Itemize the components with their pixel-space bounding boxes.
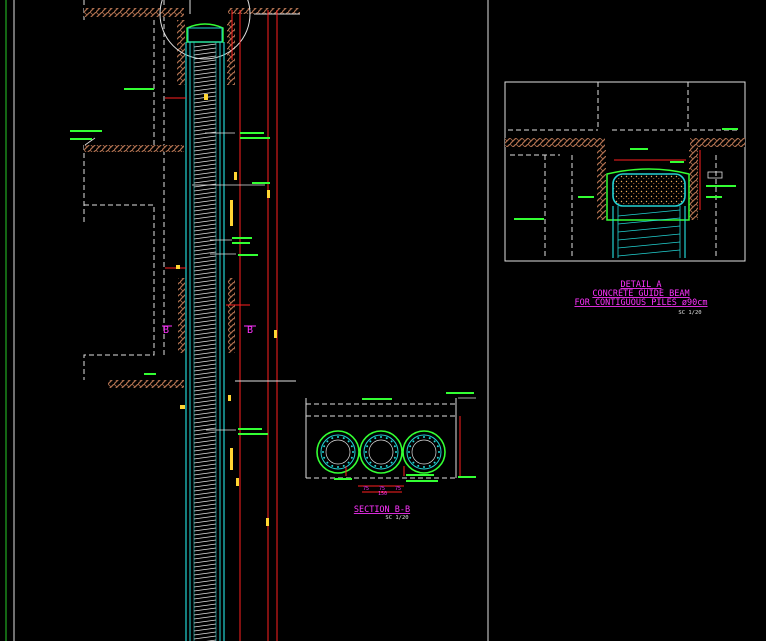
- section-bb-dim-right: 75: [395, 486, 401, 492]
- svg-text:B: B: [247, 325, 253, 336]
- section-pile-3: [402, 430, 446, 474]
- section-bb-title: SECTION B-B: [354, 505, 410, 515]
- cad-drawing-canvas: B B DETAIL A CONCRETE GUIDE BEAM FOR CON…: [0, 0, 766, 641]
- section-bb-dim-left: 75: [363, 486, 369, 492]
- elevation-view: B B: [70, 0, 300, 641]
- pile-shaft: [185, 42, 225, 641]
- cad-drawing: B B DETAIL A CONCRETE GUIDE BEAM FOR CON…: [5, 0, 746, 641]
- guide-beam-concrete: [612, 173, 686, 207]
- section-cut-mark-left: B: [162, 325, 172, 336]
- section-pile-1: [316, 430, 360, 474]
- guide-beam-cap: [186, 23, 224, 43]
- section-cut-mark-right: B: [244, 325, 256, 336]
- ground-level-top: [84, 8, 184, 17]
- section-bb-scale: SC 1/20: [385, 515, 408, 521]
- sheet-frame: [5, 0, 489, 641]
- ground-level-mid: [84, 145, 184, 152]
- detail-a-line2: FOR CONTIGUOUS PILES ø90cm: [574, 298, 707, 308]
- detail-a-title-block: DETAIL A CONCRETE GUIDE BEAM FOR CONTIGU…: [574, 280, 707, 316]
- section-bb-dim-total: 150: [378, 491, 387, 497]
- detail-a-scale: SC 1/20: [678, 310, 701, 316]
- section-bb-view: 75 75 75 150 SECTION B-B SC 1/20: [305, 392, 476, 521]
- svg-text:B: B: [163, 325, 169, 336]
- detail-a-view: [504, 81, 746, 262]
- ground-level-low: [108, 380, 184, 388]
- section-pile-2: [359, 430, 403, 474]
